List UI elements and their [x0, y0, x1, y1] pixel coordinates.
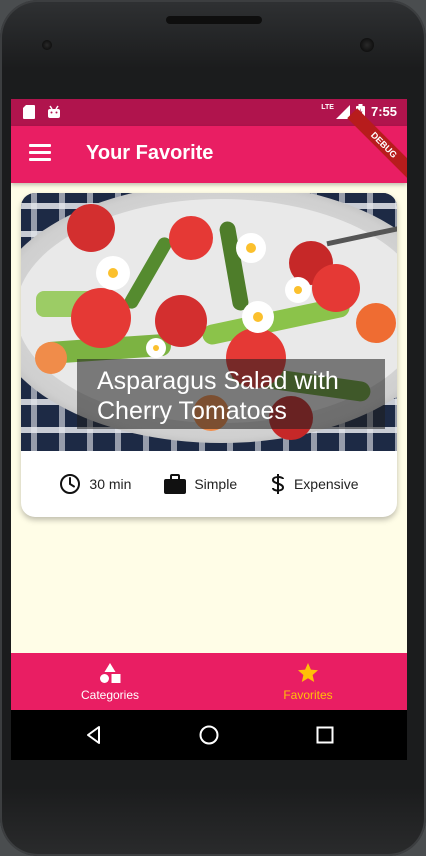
back-icon[interactable] [83, 724, 105, 746]
top-speaker [166, 16, 262, 24]
android-device-frame: LTE 7:55 Your Favorite DEBUG Asparagus S… [0, 0, 426, 856]
meal-image: Asparagus Salad with Cherry Tomatoes [21, 193, 397, 451]
star-icon [298, 663, 318, 682]
screen: LTE 7:55 Your Favorite DEBUG Asparagus S… [11, 99, 407, 760]
nav-item-categories[interactable]: Categories [11, 653, 209, 710]
meal-affordability: Expensive [270, 473, 359, 495]
nav-label-favorites: Favorites [283, 688, 333, 702]
briefcase-icon [164, 474, 187, 494]
meal-complexity: Simple [164, 474, 237, 494]
android-icon [48, 105, 60, 118]
page-title: Your Favorite [86, 142, 214, 164]
duration-label: 30 min [89, 476, 132, 492]
network-type: LTE [321, 104, 334, 111]
affordability-label: Expensive [293, 476, 359, 492]
system-navigation-bar [11, 710, 407, 760]
dollar-icon [271, 474, 284, 494]
app-bar: Your Favorite DEBUG [11, 108, 407, 183]
meal-duration: 30 min [59, 473, 131, 495]
menu-icon[interactable] [29, 144, 51, 164]
nav-item-favorites[interactable]: Favorites [209, 653, 407, 710]
favorites-list: Asparagus Salad with Cherry Tomatoes 30 … [11, 183, 407, 653]
status-bar: LTE 7:55 [11, 99, 407, 126]
bottom-navigation: Categories Favorites [11, 653, 407, 710]
home-icon[interactable] [198, 724, 220, 746]
status-time: 7:55 [370, 104, 397, 119]
meal-title-overlay: Asparagus Salad with Cherry Tomatoes [77, 359, 385, 429]
complexity-label: Simple [194, 476, 238, 492]
meal-meta: 30 min Simple Expensive [21, 451, 397, 517]
sd-card-icon [23, 105, 35, 119]
recents-icon[interactable] [314, 724, 336, 746]
nav-label-categories: Categories [80, 688, 140, 702]
category-icon [100, 663, 121, 683]
proximity-sensor [42, 40, 52, 50]
clock-icon [60, 474, 81, 494]
front-camera [360, 38, 374, 52]
meal-card[interactable]: Asparagus Salad with Cherry Tomatoes 30 … [21, 193, 397, 517]
meal-title: Asparagus Salad with Cherry Tomatoes [97, 367, 339, 425]
